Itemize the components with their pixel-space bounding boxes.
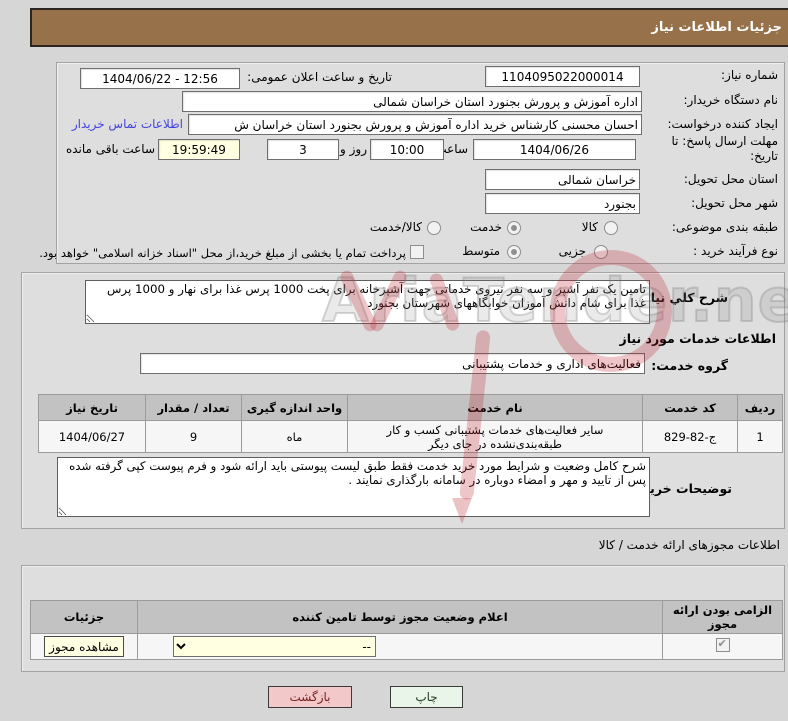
col-service-name: نام خدمت <box>347 394 643 421</box>
days-remaining-input[interactable] <box>267 139 339 160</box>
print-button[interactable]: چاپ <box>390 686 463 708</box>
col-unit: واحد اندازه گیری <box>241 394 348 421</box>
announce-datetime-label: تاریخ و ساعت اعلان عمومی: <box>247 70 392 84</box>
days-and-label: روز و <box>340 142 367 156</box>
deadline-date-input[interactable] <box>473 139 636 160</box>
services-section-title: اطلاعات خدمات مورد نیاز <box>619 331 777 346</box>
page-title: جزئیات اطلاعات نیاز <box>651 20 782 35</box>
col-need-date: تاریخ نیاز <box>38 394 146 421</box>
cell-license-status: -- <box>137 633 663 660</box>
buyer-org-label: نام دستگاه خریدار: <box>683 93 779 107</box>
col-service-code: کد خدمت <box>642 394 738 421</box>
request-creator-input[interactable] <box>188 114 642 135</box>
delivery-city-input[interactable] <box>485 193 640 214</box>
process-type-label: نوع فرآیند خرید : <box>693 244 778 258</box>
deadline-label-line1: مهلت ارسال پاسخ: تا <box>671 134 778 148</box>
treasury-note: پرداخت تمام یا بخشی از مبلغ خرید،از محل … <box>39 246 406 260</box>
need-number-input[interactable] <box>485 66 640 87</box>
radio-medium-label: متوسط <box>462 244 500 258</box>
cell-quantity: 9 <box>145 420 242 453</box>
license-table-header-row: الزامی بودن ارائه مجوز اعلام وضعیت مجوز … <box>30 600 783 634</box>
classification-label: طبقه بندی موضوعی: <box>671 220 778 234</box>
delivery-province-input[interactable] <box>485 169 640 190</box>
radio-minor[interactable] <box>594 245 608 259</box>
view-license-button[interactable]: مشاهده مجوز <box>44 636 124 657</box>
radio-goods[interactable] <box>604 221 618 235</box>
license-status-select[interactable]: -- <box>173 636 376 657</box>
need-description-textarea[interactable]: تامین یک نفر آشپز و سه نفر نیروی خدماتی … <box>85 280 650 324</box>
delivery-city-label: شهر محل تحویل: <box>691 196 778 210</box>
countdown-input[interactable] <box>158 139 240 160</box>
license-section-title: اطلاعات مجوزهای ارائه خدمت / کالا <box>598 538 780 552</box>
cell-license-details: مشاهده مجوز <box>30 633 138 660</box>
services-table: ردیف کد خدمت نام خدمت واحد اندازه گیری ت… <box>38 394 783 453</box>
radio-service-label: خدمت <box>470 220 502 234</box>
col-row-no: ردیف <box>737 394 783 421</box>
col-license-details: جزئیات <box>30 600 138 634</box>
need-description-label: شرح کلي نیاز: <box>638 290 728 305</box>
need-details-page: جزئیات اطلاعات نیاز شماره نیاز: تاریخ و … <box>0 0 788 721</box>
mandatory-license-checkbox[interactable] <box>715 637 730 652</box>
time-remaining-label: ساعت باقی مانده <box>65 142 155 156</box>
services-table-header-row: ردیف کد خدمت نام خدمت واحد اندازه گیری ت… <box>38 394 783 421</box>
buyer-notes-textarea[interactable]: شرح کامل وضعیت و شرایط مورد خرید خدمت فق… <box>57 457 650 517</box>
radio-medium[interactable] <box>507 245 521 259</box>
radio-service[interactable] <box>507 221 521 235</box>
cell-need-date: 1404/06/27 <box>38 420 146 453</box>
license-table-row: -- مشاهده مجوز <box>30 633 783 660</box>
request-creator-label: ایجاد کننده درخواست: <box>667 117 778 131</box>
cell-row-no: 1 <box>737 420 783 453</box>
col-license-status: اعلام وضعیت مجوز توسط تامین کننده <box>137 600 663 634</box>
treasury-checkbox[interactable] <box>410 245 424 259</box>
radio-goods-label: کالا <box>581 220 598 234</box>
cell-license-mandatory <box>662 633 783 660</box>
buyer-org-input[interactable] <box>182 91 642 112</box>
cell-unit: ماه <box>241 420 348 453</box>
service-group-label: گروه خدمت: <box>651 358 728 373</box>
radio-goods-service[interactable] <box>427 221 441 235</box>
page-title-bar: جزئیات اطلاعات نیاز <box>30 8 788 47</box>
table-row: 1 829-82-ج سایر فعالیت‌های خدمات پشتیبان… <box>38 420 783 453</box>
deadline-label-line2: تاریخ: <box>750 149 778 163</box>
col-quantity: تعداد / مقدار <box>145 394 242 421</box>
delivery-province-label: استان محل تحویل: <box>683 172 778 186</box>
buyer-contact-link[interactable]: اطلاعات تماس خریدار <box>72 117 183 131</box>
col-license-mandatory: الزامی بودن ارائه مجوز <box>662 600 783 634</box>
radio-goods-service-label: کالا/خدمت <box>369 220 422 234</box>
service-group-input[interactable] <box>140 353 645 374</box>
deadline-time-input[interactable] <box>370 139 444 160</box>
announce-datetime-input[interactable] <box>80 68 240 89</box>
radio-minor-label: جزیی <box>558 244 586 258</box>
cell-service-code: 829-82-ج <box>642 420 738 453</box>
license-table: الزامی بودن ارائه مجوز اعلام وضعیت مجوز … <box>30 600 783 660</box>
cell-service-name: سایر فعالیت‌های خدمات پشتیبانی کسب و کار… <box>347 420 643 453</box>
need-number-label: شماره نیاز: <box>721 68 778 82</box>
back-button[interactable]: بازگشت <box>268 686 352 708</box>
